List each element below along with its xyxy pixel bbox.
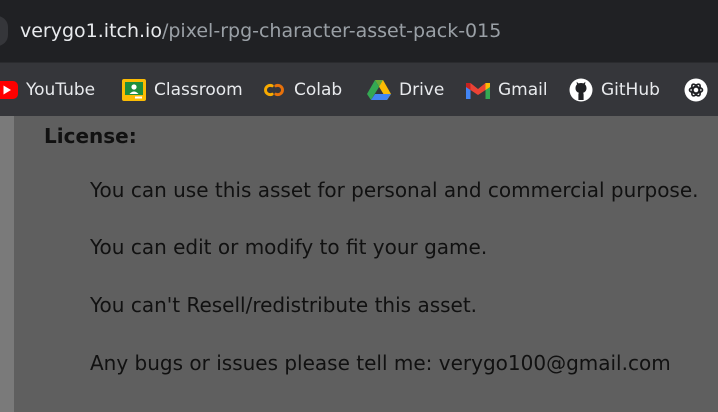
license-section: License: You can use this asset for pers… (14, 116, 718, 412)
bookmarks-bar: YouTube Classroom Colab Drive Gmail GitH… (0, 62, 718, 116)
license-line: You can't Resell/redistribute this asset… (90, 293, 478, 317)
classroom-icon (122, 78, 146, 102)
tab-edge[interactable] (0, 16, 8, 46)
bookmark-label: GitHub (601, 80, 660, 100)
license-line: You can use this asset for personal and … (90, 178, 699, 202)
url-host: verygo1.itch.io (20, 20, 162, 42)
bookmark-github[interactable]: GitHub (569, 63, 660, 117)
gmail-icon (466, 78, 490, 102)
browser-window: verygo1.itch.io/pixel-rpg-character-asse… (0, 0, 718, 412)
bookmark-chatgpt[interactable] (684, 63, 716, 117)
bookmark-gmail[interactable]: Gmail (466, 63, 548, 117)
license-heading: License: (44, 124, 137, 148)
bookmark-youtube[interactable]: YouTube (0, 63, 95, 117)
page-left-strip (0, 116, 14, 412)
drive-icon (367, 78, 391, 102)
license-line: Any bugs or issues please tell me: veryg… (90, 351, 671, 375)
bookmark-label: Gmail (498, 80, 548, 100)
colab-icon (262, 78, 286, 102)
bookmark-label: Colab (294, 80, 343, 100)
address-bar: verygo1.itch.io/pixel-rpg-character-asse… (0, 0, 718, 62)
license-line: You can edit or modify to fit your game. (90, 235, 488, 259)
bookmark-classroom[interactable]: Classroom (122, 63, 243, 117)
bookmark-drive[interactable]: Drive (367, 63, 444, 117)
chatgpt-icon (684, 78, 708, 102)
url-path: /pixel-rpg-character-asset-pack-015 (161, 20, 502, 42)
bookmark-label: Classroom (154, 80, 243, 100)
github-icon (569, 78, 593, 102)
bookmark-label: YouTube (26, 80, 96, 100)
bookmark-colab[interactable]: Colab (262, 63, 342, 117)
url-field[interactable]: verygo1.itch.io/pixel-rpg-character-asse… (20, 17, 501, 45)
youtube-icon (0, 78, 18, 102)
page-content: License: You can use this asset for pers… (0, 116, 718, 412)
bookmark-label: Drive (399, 80, 445, 100)
